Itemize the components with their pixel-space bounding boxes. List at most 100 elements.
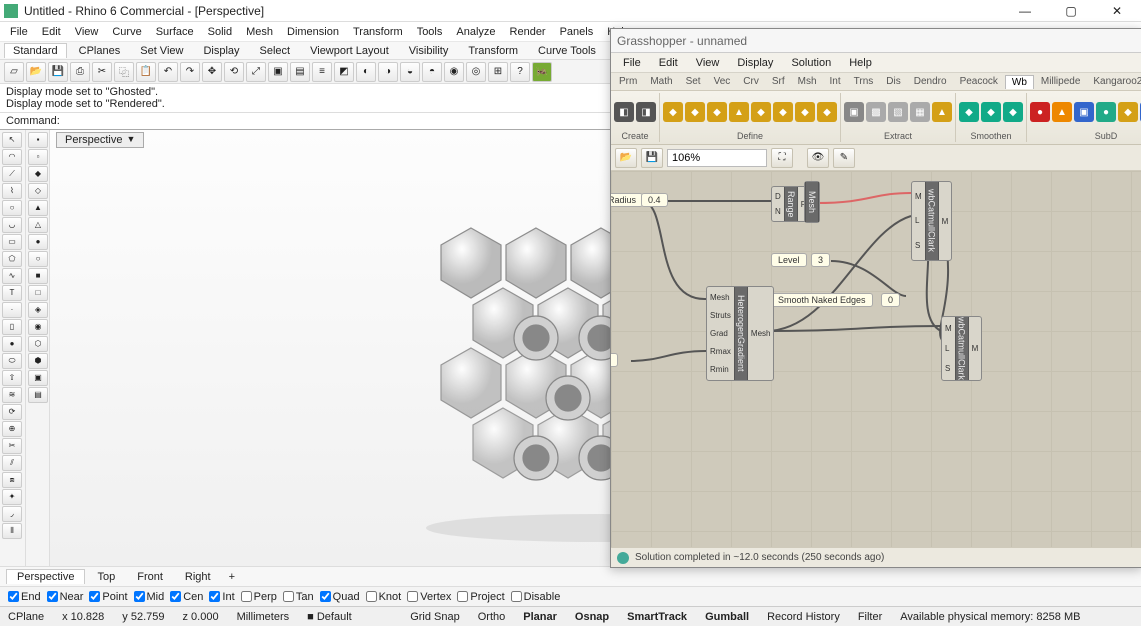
tool-save-icon[interactable]: 💾	[48, 62, 68, 82]
rectangle-icon[interactable]: ▭	[2, 234, 22, 250]
gh-extract-tool-3-icon[interactable]: ▦	[910, 102, 930, 122]
osnap-disable[interactable]: Disable	[511, 591, 561, 603]
menu-dimension[interactable]: Dimension	[281, 24, 345, 40]
lasso-icon[interactable]: ◠	[2, 149, 22, 165]
arc-icon[interactable]: ◡	[2, 217, 22, 233]
gh-define-tool-3-icon[interactable]: ▲	[729, 102, 749, 122]
osnap-knot[interactable]: Knot	[366, 591, 402, 603]
point-icon[interactable]: ·	[2, 302, 22, 318]
gh-cell-panel[interactable]: 0	[611, 353, 618, 367]
osnap-int[interactable]: Int	[209, 591, 234, 603]
gh-port[interactable]: Struts	[710, 311, 731, 320]
gh-heterogen-gradient-node[interactable]: MeshStrutsGradRmaxRmin HeterogenGradient…	[706, 286, 774, 381]
gh-define-tool-7-icon[interactable]: ◆	[817, 102, 837, 122]
osnap-mid-checkbox[interactable]	[134, 591, 145, 602]
tool-wireframe-icon[interactable]: ⊞	[488, 62, 508, 82]
aux-tool-2-icon[interactable]: ▫	[28, 149, 48, 165]
aux-tool-15-icon[interactable]: ▣	[28, 370, 48, 386]
tab-cplanes[interactable]: CPlanes	[71, 44, 129, 58]
osnap-vertex-checkbox[interactable]	[407, 591, 418, 602]
tool-move-icon[interactable]: ✥	[202, 62, 222, 82]
tab-select[interactable]: Select	[252, 44, 299, 58]
menu-solid[interactable]: Solid	[202, 24, 238, 40]
aux-tool-8-icon[interactable]: ○	[28, 251, 48, 267]
status-filter[interactable]: Filter	[858, 611, 882, 623]
osnap-vertex[interactable]: Vertex	[407, 591, 451, 603]
gh-cat-int[interactable]: Int	[824, 75, 847, 88]
gh-catmullclark-node-2[interactable]: MLS wbCatmullClark M	[941, 316, 982, 381]
split-icon[interactable]: ⫽	[2, 455, 22, 471]
osnap-project-checkbox[interactable]	[457, 591, 468, 602]
aux-tool-10-icon[interactable]: □	[28, 285, 48, 301]
osnap-cen[interactable]: Cen	[170, 591, 203, 603]
gh-cat-math[interactable]: Math	[644, 75, 678, 88]
gh-smoothen-tool-2-icon[interactable]: ◆	[1003, 102, 1023, 122]
gh-extract-tool-0-icon[interactable]: ▣	[844, 102, 864, 122]
gh-subd-tool-1-icon[interactable]: ▲	[1052, 102, 1072, 122]
osnap-point[interactable]: Point	[89, 591, 127, 603]
line-icon[interactable]: ⟋	[2, 166, 22, 182]
gh-sketch-icon[interactable]: ✎	[833, 148, 855, 168]
gh-subd-tool-2-icon[interactable]: ▣	[1074, 102, 1094, 122]
status-osnap[interactable]: Osnap	[575, 611, 609, 623]
gh-catmullclark-node-1[interactable]: MLS wbCatmullClark M	[911, 181, 952, 261]
aux-tool-4-icon[interactable]: ◇	[28, 183, 48, 199]
status-planar[interactable]: Planar	[523, 611, 557, 623]
gh-create-tool-0-icon[interactable]: ◧	[614, 102, 634, 122]
gh-subd-tool-3-icon[interactable]: ●	[1096, 102, 1116, 122]
aux-tool-5-icon[interactable]: ▲	[28, 200, 48, 216]
gh-cat-set[interactable]: Set	[680, 75, 707, 88]
gh-cat-vec[interactable]: Vec	[708, 75, 737, 88]
gh-cat-millipede[interactable]: Millipede	[1035, 75, 1086, 88]
gh-mesh-node[interactable]: Mesh	[804, 181, 820, 223]
aux-tool-1-icon[interactable]: ▪	[28, 132, 48, 148]
gh-zoom-extents-icon[interactable]: ⛶	[771, 148, 793, 168]
circle-icon[interactable]: ○	[2, 200, 22, 216]
curve-icon[interactable]: ∿	[2, 268, 22, 284]
menu-render[interactable]: Render	[504, 24, 552, 40]
aux-tool-6-icon[interactable]: △	[28, 217, 48, 233]
cylinder-icon[interactable]: ⬭	[2, 353, 22, 369]
menu-file[interactable]: File	[4, 24, 34, 40]
vtab-front[interactable]: Front	[127, 570, 173, 584]
gh-cat-dendro[interactable]: Dendro	[908, 75, 953, 88]
gh-define-tool-1-icon[interactable]: ◆	[685, 102, 705, 122]
gh-cat-kangaroo2[interactable]: Kangaroo2	[1087, 75, 1141, 88]
gh-subd-tool-0-icon[interactable]: ●	[1030, 102, 1050, 122]
gh-subd-tool-4-icon[interactable]: ◆	[1118, 102, 1138, 122]
vtab-right[interactable]: Right	[175, 570, 221, 584]
tool-ungroup-icon[interactable]: ▤	[290, 62, 310, 82]
aux-tool-16-icon[interactable]: ▤	[28, 387, 48, 403]
gh-define-tool-5-icon[interactable]: ◆	[773, 102, 793, 122]
osnap-near-checkbox[interactable]	[47, 591, 58, 602]
gh-menu-help[interactable]: Help	[841, 55, 880, 71]
gh-cat-wb[interactable]: Wb	[1005, 75, 1034, 89]
status-units[interactable]: Millimeters	[237, 611, 290, 623]
tool-generic-1-icon[interactable]: ◐	[356, 62, 376, 82]
aux-tool-14-icon[interactable]: ⬢	[28, 353, 48, 369]
tab-viewport-layout[interactable]: Viewport Layout	[302, 44, 397, 58]
status-gumball[interactable]: Gumball	[705, 611, 749, 623]
gh-port[interactable]: Grad	[710, 329, 731, 338]
tool-shade-icon[interactable]: ◎	[466, 62, 486, 82]
trim-icon[interactable]: ✂	[2, 438, 22, 454]
pointer-icon[interactable]: ↖	[2, 132, 22, 148]
status-recordhistory[interactable]: Record History	[767, 611, 840, 623]
viewport-title-tab[interactable]: Perspective ▼	[56, 132, 144, 148]
gh-port[interactable]: M	[945, 324, 952, 333]
vtab-perspective[interactable]: Perspective	[6, 569, 85, 584]
osnap-mid[interactable]: Mid	[134, 591, 165, 603]
tool-open-icon[interactable]: 📂	[26, 62, 46, 82]
gh-menu-display[interactable]: Display	[729, 55, 781, 71]
tool-print-icon[interactable]: ⎙	[70, 62, 90, 82]
status-ortho[interactable]: Ortho	[478, 611, 506, 623]
menu-panels[interactable]: Panels	[554, 24, 600, 40]
tool-generic-4-icon[interactable]: ◓	[422, 62, 442, 82]
aux-tool-12-icon[interactable]: ◉	[28, 319, 48, 335]
gh-define-tool-0-icon[interactable]: ◆	[663, 102, 683, 122]
gh-cat-dis[interactable]: Dis	[880, 75, 906, 88]
viewport-dropdown-icon[interactable]: ▼	[126, 134, 135, 146]
gh-open-icon[interactable]: 📂	[615, 148, 637, 168]
minimize-button[interactable]: —	[1011, 4, 1039, 18]
boolean-icon[interactable]: ⊕	[2, 421, 22, 437]
